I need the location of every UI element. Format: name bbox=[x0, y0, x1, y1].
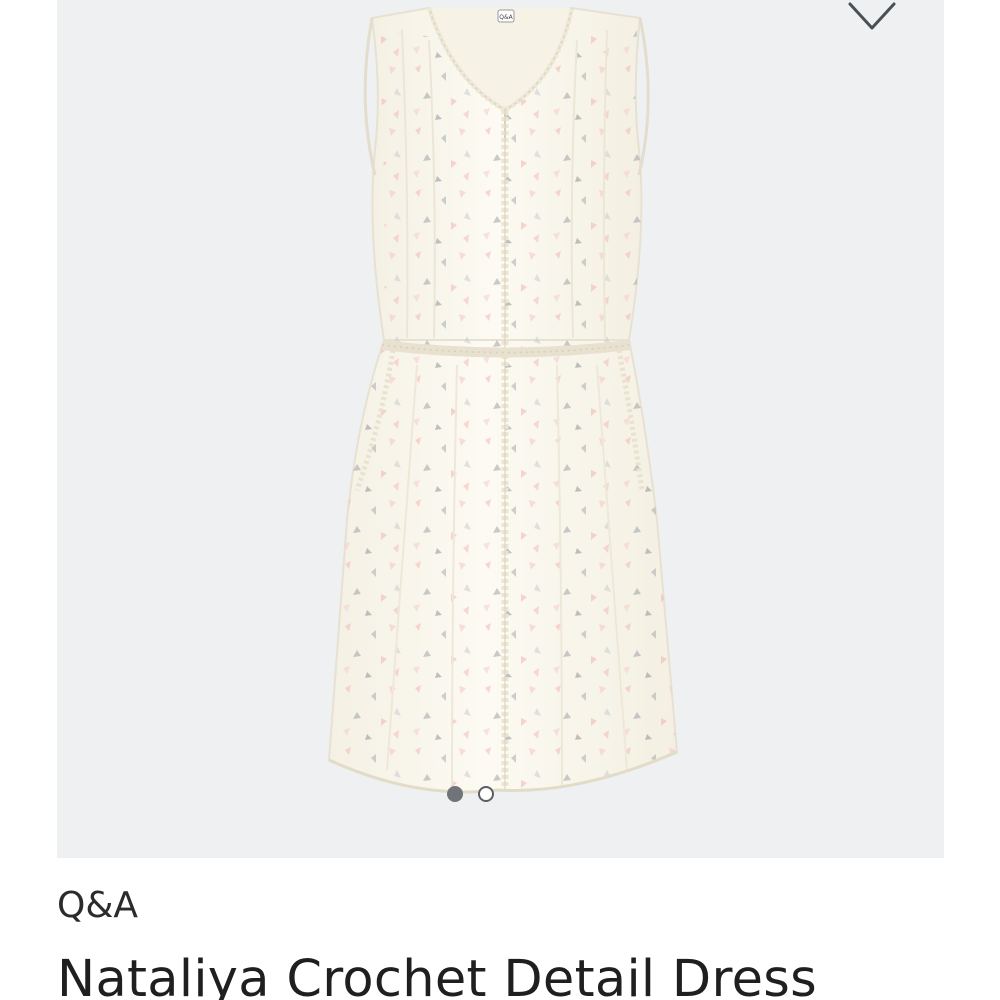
product-title: Nataliya Crochet Detail Dress bbox=[57, 950, 818, 1000]
carousel-dot-2[interactable] bbox=[478, 786, 494, 802]
favorite-button[interactable] bbox=[842, 0, 902, 32]
product-image-carousel[interactable]: Q&A bbox=[57, 0, 944, 858]
product-detail-page: Q&A Q&A Nataliya Crochet Detail Dress bbox=[0, 0, 1000, 1000]
brand-name: Q&A bbox=[57, 885, 139, 926]
product-photo: Q&A bbox=[327, 6, 679, 794]
heart-outline-icon bbox=[848, 2, 896, 30]
garment-tag-label: Q&A bbox=[499, 14, 513, 21]
carousel-dot-1[interactable] bbox=[447, 786, 463, 802]
carousel-pagination bbox=[57, 783, 944, 805]
